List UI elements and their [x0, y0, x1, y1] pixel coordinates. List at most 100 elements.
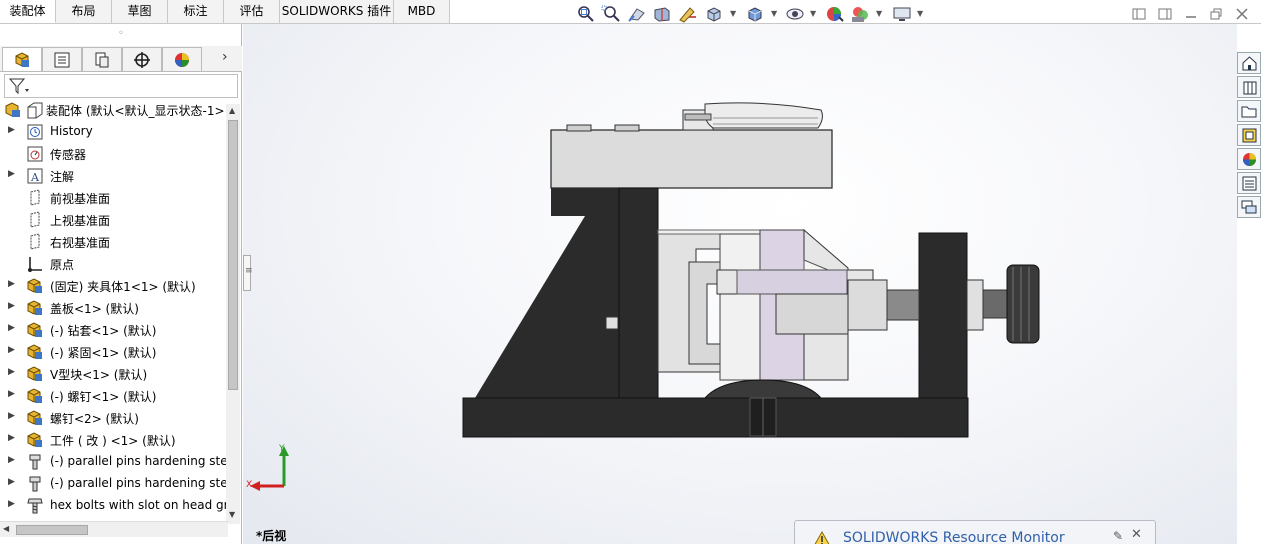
tab-configuration-manager[interactable] [82, 47, 122, 71]
tree-item[interactable]: ▶ (固定) 夹具体1<1> (默认) [0, 275, 228, 297]
tree-item[interactable]: ▶ (-) 钻套<1> (默认) [0, 319, 228, 341]
task-pane-resources[interactable] [1237, 52, 1261, 74]
tree-item[interactable]: ▶ hex bolts with slot on head grade [0, 495, 228, 517]
chevron-right-icon[interactable]: › [222, 49, 236, 69]
scroll-down-icon[interactable]: ▼ [229, 510, 235, 519]
dynamic-annotation-icon[interactable] [678, 5, 698, 23]
panel-left-icon[interactable] [1132, 8, 1146, 20]
tree-filter[interactable] [4, 74, 238, 98]
display-style-dropdown-icon[interactable]: ▼ [771, 9, 777, 18]
previous-view-icon[interactable] [627, 5, 647, 23]
tree-item-label: 右视基准面 [50, 236, 111, 250]
tree-item-label: (-) 螺钉<1> (默认) [50, 390, 157, 404]
assembly-doc-icon [26, 101, 44, 119]
expand-arrow-icon[interactable]: ▶ [8, 323, 15, 333]
expand-arrow-icon[interactable]: ▶ [8, 499, 15, 509]
restore-icon[interactable] [1209, 8, 1223, 20]
tab-display-manager[interactable] [162, 47, 202, 71]
tree-item[interactable]: 原点 [0, 253, 228, 275]
drill-bushing-part[interactable] [682, 102, 823, 131]
tab-assembly[interactable]: 装配体 [0, 0, 56, 23]
task-pane-forum[interactable] [1237, 196, 1261, 218]
panel-grip-icon[interactable]: ◦ [0, 24, 242, 46]
tab-feature-manager[interactable] [2, 47, 42, 71]
zoom-to-fit-icon[interactable] [576, 5, 596, 23]
scroll-left-icon[interactable]: ◀ [3, 524, 9, 533]
apply-scene-icon[interactable] [850, 5, 870, 23]
tab-property-manager[interactable] [42, 47, 82, 71]
task-pane-design-library[interactable] [1237, 76, 1261, 98]
dimxpert-icon [134, 52, 150, 68]
tree-root-assembly[interactable]: 装配体 (默认<默认_显示状态-1> [0, 99, 228, 121]
tree-item-label: (-) 钻套<1> (默认) [50, 324, 157, 338]
view-settings-dropdown-icon[interactable]: ▼ [917, 9, 923, 18]
tree-item[interactable]: 传感器 [0, 143, 228, 165]
tree-item[interactable]: ▶ 螺钉<2> (默认) [0, 407, 228, 429]
tree-item[interactable]: ▶ (-) parallel pins hardening steel [0, 473, 228, 495]
expand-arrow-icon[interactable]: ▶ [8, 367, 15, 377]
pin-icon[interactable]: ✎ [1113, 529, 1123, 543]
tab-sketch[interactable]: 草图 [112, 0, 168, 23]
cover-plate-part[interactable] [550, 124, 833, 189]
configuration-manager-icon [95, 52, 109, 68]
tree-vertical-scrollbar[interactable]: ▲ ▼ [226, 104, 240, 524]
part-icon [26, 409, 44, 427]
expand-arrow-icon[interactable]: ▶ [8, 455, 15, 465]
expand-arrow-icon[interactable]: ▶ [8, 279, 15, 289]
expand-arrow-icon[interactable]: ▶ [8, 301, 15, 311]
tree-item[interactable]: ▶ V型块<1> (默认) [0, 363, 228, 385]
task-pane-custom-properties[interactable] [1237, 172, 1261, 194]
expand-arrow-icon[interactable]: ▶ [8, 345, 15, 355]
scroll-up-icon[interactable]: ▲ [229, 106, 235, 115]
tree-item[interactable]: 前视基准面 [0, 187, 228, 209]
minimize-icon[interactable] [1184, 8, 1198, 20]
tab-evaluate[interactable]: 评估 [224, 0, 280, 23]
task-pane-view-palette[interactable] [1237, 124, 1261, 146]
zoom-to-area-icon[interactable] [601, 5, 621, 23]
view-orientation-dropdown-icon[interactable]: ▼ [730, 9, 736, 18]
tree-horizontal-scrollbar[interactable]: ◀ [0, 521, 228, 537]
tree-item[interactable]: ▶ (-) 螺钉<1> (默认) [0, 385, 228, 407]
expand-arrow-icon[interactable]: ▶ [8, 433, 15, 443]
hide-show-dropdown-icon[interactable]: ▼ [810, 9, 816, 18]
panel-right-icon[interactable] [1158, 8, 1172, 20]
tree-item[interactable]: ▶ 工件 ( 改 ) <1> (默认) [0, 429, 228, 451]
tree-item[interactable]: 右视基准面 [0, 231, 228, 253]
view-orientation-icon[interactable] [704, 5, 724, 23]
expand-arrow-icon[interactable]: ▶ [8, 389, 15, 399]
tree-item[interactable]: ▶ A 注解 [0, 165, 228, 187]
task-pane-tabs [1237, 52, 1261, 220]
display-style-icon[interactable] [745, 5, 765, 23]
tree-item[interactable]: ▶ (-) parallel pins hardening steel [0, 451, 228, 473]
graphics-area[interactable]: Y X [243, 24, 1237, 544]
horizontal-scroll-thumb[interactable] [16, 525, 88, 535]
tab-mbd[interactable]: MBD [394, 0, 450, 23]
panel-splitter-handle[interactable]: ≡ [243, 255, 253, 291]
task-pane-file-explorer[interactable] [1237, 100, 1261, 122]
expand-arrow-icon[interactable]: ▶ [8, 125, 15, 135]
expand-arrow-icon[interactable]: ▶ [8, 169, 15, 179]
tree-item-label: 盖板<1> (默认) [50, 302, 139, 316]
part-icon [26, 365, 44, 383]
task-pane-appearances[interactable] [1237, 148, 1261, 170]
apply-scene-dropdown-icon[interactable]: ▼ [876, 9, 882, 18]
tab-layout[interactable]: 布局 [56, 0, 112, 23]
tab-markup[interactable]: 标注 [168, 0, 224, 23]
tree-item[interactable]: ▶ (-) 紧固<1> (默认) [0, 341, 228, 363]
close-icon[interactable] [1235, 8, 1249, 20]
edit-appearance-icon[interactable] [825, 5, 845, 23]
section-view-icon[interactable] [652, 5, 672, 23]
tree-item[interactable]: ▶ History [0, 121, 228, 143]
expand-arrow-icon[interactable]: ▶ [8, 411, 15, 421]
tab-dimxpert-manager[interactable] [122, 47, 162, 71]
property-manager-icon [54, 52, 70, 68]
hide-show-icon[interactable] [785, 5, 805, 23]
view-settings-icon[interactable] [892, 5, 912, 23]
expand-arrow-icon[interactable]: ▶ [8, 477, 15, 487]
resource-monitor-notification[interactable]: SOLIDWORKS Resource Monitor ✎ ✕ [794, 520, 1156, 544]
vertical-scroll-thumb[interactable] [228, 120, 238, 390]
tree-item[interactable]: 上视基准面 [0, 209, 228, 231]
notification-close-icon[interactable]: ✕ [1131, 527, 1142, 542]
tree-item[interactable]: ▶ 盖板<1> (默认) [0, 297, 228, 319]
tab-solidworks-addins[interactable]: SOLIDWORKS 插件 [280, 0, 394, 23]
